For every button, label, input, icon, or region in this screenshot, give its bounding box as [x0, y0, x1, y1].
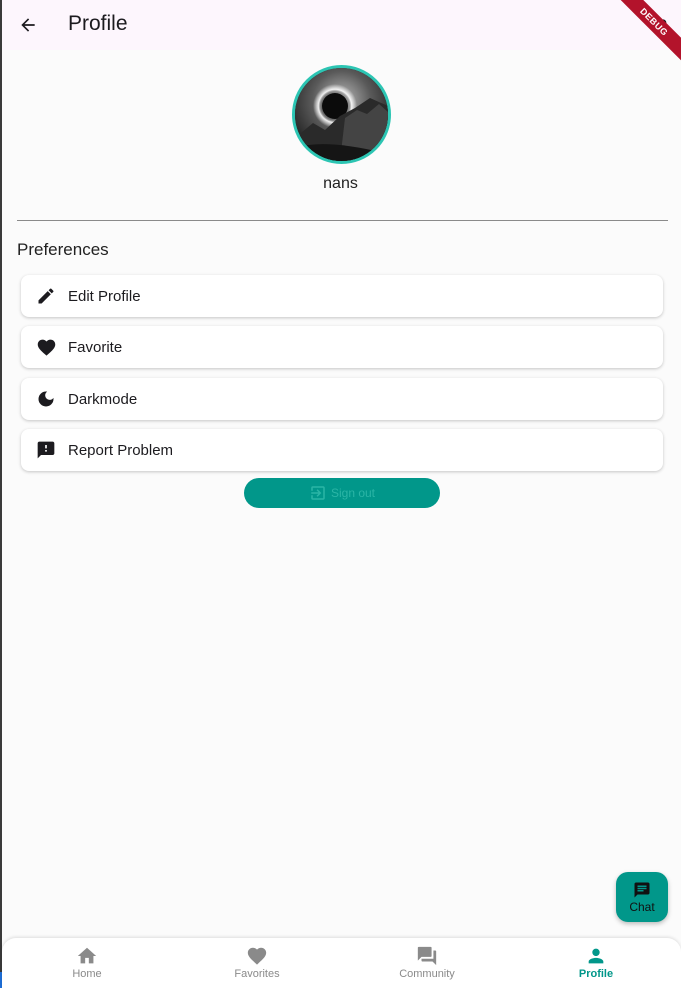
moon-icon [35, 388, 57, 410]
arrow-back-icon [21, 18, 35, 32]
nav-item-profile[interactable]: Profile [511, 938, 681, 988]
chat-label: Chat [629, 899, 655, 914]
nav-label-profile: Profile [578, 968, 614, 980]
avatar[interactable] [292, 65, 391, 164]
sign-out-button[interactable]: Sign out [244, 478, 440, 508]
sign-out-label: Sign out [330, 486, 376, 500]
divider [17, 220, 668, 221]
heart-icon [247, 947, 267, 965]
nav-item-community[interactable]: Community [342, 938, 512, 988]
darkmode-label: Darkmode [68, 390, 138, 408]
nav-label-home: Home [72, 968, 102, 980]
logout-icon [311, 486, 325, 500]
favorite-label: Favorite [68, 338, 123, 356]
chat-icon [634, 882, 650, 897]
home-icon [77, 947, 97, 964]
window-left-edge [0, 0, 2, 988]
bottom-navigation: Home Favorites Community Profile [2, 938, 681, 988]
app-bar: Profile DEBUG [2, 0, 681, 67]
username: nans [323, 175, 358, 192]
section-title-preferences: Preferences [17, 240, 109, 259]
edit-profile-item[interactable]: Edit Profile [21, 275, 663, 317]
edit-profile-label: Edit Profile [68, 287, 141, 305]
forum-icon [417, 946, 437, 966]
person-icon [588, 948, 604, 964]
report-problem-label: Report Problem [68, 441, 174, 459]
chat-fab[interactable]: Chat [616, 872, 668, 922]
nav-label-favorites: Favorites [234, 968, 280, 980]
nav-item-favorites[interactable]: Favorites [172, 938, 342, 988]
eclipse-photo [295, 68, 388, 161]
edit-icon [35, 285, 57, 307]
report-problem-item[interactable]: Report Problem [21, 429, 663, 471]
back-button[interactable] [16, 13, 40, 37]
nav-item-home[interactable]: Home [2, 938, 172, 988]
favorite-item[interactable]: Favorite [21, 326, 663, 368]
debug-banner: DEBUG [609, 0, 681, 67]
heart-icon [35, 336, 57, 358]
report-icon [35, 439, 57, 461]
nav-label-community: Community [399, 968, 455, 980]
darkmode-item[interactable]: Darkmode [21, 378, 663, 420]
page-title: Profile [68, 12, 128, 35]
